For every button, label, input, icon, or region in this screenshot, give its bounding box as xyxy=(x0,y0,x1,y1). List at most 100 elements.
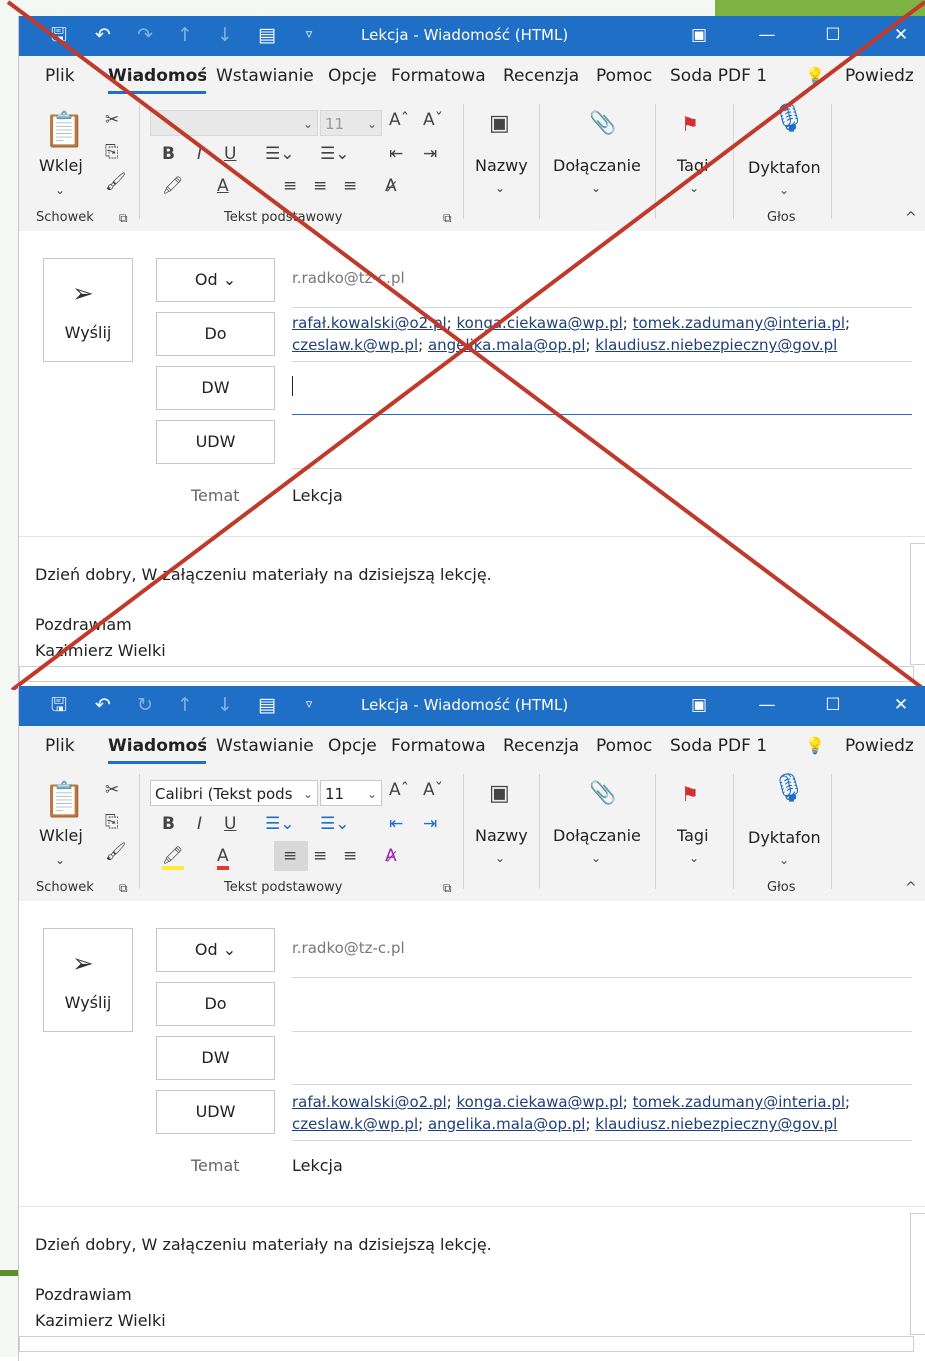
dialog-launcher-icon[interactable]: ⧉ xyxy=(119,208,128,228)
tab-wstawianie[interactable]: Wstawianie xyxy=(216,736,318,756)
paste-button-label[interactable]: Wklej xyxy=(39,826,83,845)
font-color-icon[interactable]: A xyxy=(217,846,229,870)
arrow-up-icon[interactable]: ↑ xyxy=(173,693,197,717)
from-button[interactable]: Od ⌄ xyxy=(156,928,275,972)
clear-formatting-icon[interactable]: A̷ xyxy=(385,846,397,866)
address-book-icon[interactable]: ▣ xyxy=(489,113,510,135)
paste-dropdown-icon[interactable]: ⌄ xyxy=(55,180,65,200)
bullets-icon[interactable]: ☰⌄ xyxy=(265,814,294,834)
chevron-down-icon[interactable]: ⌄ xyxy=(689,848,699,868)
microphone-icon[interactable]: 🎙 xyxy=(771,774,807,802)
recipient[interactable]: angelika.mala@op.pl xyxy=(428,1115,586,1133)
horizontal-scrollbar[interactable] xyxy=(19,666,914,682)
microphone-icon[interactable]: 🎙 xyxy=(771,104,807,132)
align-left-icon[interactable]: ≡ xyxy=(283,846,297,866)
subject-field[interactable]: Lekcja xyxy=(292,486,912,505)
increase-indent-icon[interactable]: ⇥ xyxy=(423,144,437,164)
paste-icon[interactable]: 📋 xyxy=(43,780,85,820)
format-painter-icon[interactable]: 🖌 xyxy=(105,172,127,192)
horizontal-scrollbar[interactable] xyxy=(19,1336,914,1352)
collapse-ribbon-icon[interactable]: ^ xyxy=(905,878,917,898)
tab-recenzja[interactable]: Recenzja xyxy=(503,736,579,756)
chevron-down-icon[interactable]: ⌄ xyxy=(495,178,505,198)
tab-wstawianie[interactable]: Wstawianie xyxy=(216,66,318,86)
tab-pomoc[interactable]: Pomoc xyxy=(596,66,652,86)
highlight-icon[interactable]: 🖍 xyxy=(162,846,184,870)
bold-icon[interactable]: B xyxy=(162,814,175,834)
bcc-button[interactable]: UDW xyxy=(156,1090,275,1134)
tab-formatowanie[interactable]: Formatowa xyxy=(391,66,495,86)
ribbon-display-icon[interactable]: ▣ xyxy=(679,692,719,718)
customize-toolbar-icon[interactable]: ▿ xyxy=(297,693,321,717)
font-size-select[interactable]: 11 ⌄ xyxy=(320,110,382,136)
recipient[interactable]: tomek.zadumany@interia.pl xyxy=(633,1093,845,1111)
tags-button-label[interactable]: Tagi xyxy=(677,826,709,845)
maximize-icon[interactable]: ☐ xyxy=(813,692,853,718)
format-painter-icon[interactable]: 🖌 xyxy=(105,842,127,862)
minimize-icon[interactable]: — xyxy=(747,692,787,718)
tab-pomoc[interactable]: Pomoc xyxy=(596,736,652,756)
attach-button-label[interactable]: Dołączanie xyxy=(553,156,641,175)
recipient[interactable]: rafał.kowalski@o2.pl xyxy=(292,314,447,332)
chevron-down-icon[interactable]: ⌄ xyxy=(779,180,789,200)
font-name-select[interactable]: Calibri (Tekst pods ⌄ xyxy=(150,780,318,806)
check-names-icon[interactable]: ▤ xyxy=(255,23,279,47)
check-names-icon[interactable]: ▤ xyxy=(255,693,279,717)
increase-indent-icon[interactable]: ⇥ xyxy=(423,814,437,834)
font-size-select[interactable]: 11 ⌄ xyxy=(320,780,382,806)
tab-recenzja[interactable]: Recenzja xyxy=(503,66,579,86)
customize-toolbar-icon[interactable]: ▿ xyxy=(297,23,321,47)
recipient[interactable]: czeslaw.k@wp.pl xyxy=(292,336,418,354)
dialog-launcher-icon[interactable]: ⧉ xyxy=(119,878,128,898)
to-field[interactable]: rafał.kowalski@o2.pl; konga.ciekawa@wp.p… xyxy=(292,312,912,356)
tags-button-label[interactable]: Tagi xyxy=(677,156,709,175)
attach-button-label[interactable]: Dołączanie xyxy=(553,826,641,845)
flag-icon[interactable]: ⚑ xyxy=(681,114,699,134)
ribbon-display-icon[interactable]: ▣ xyxy=(679,22,719,48)
shrink-font-icon[interactable]: Aˇ xyxy=(423,780,443,800)
message-body[interactable]: Dzień dobry, W załączeniu materiały na d… xyxy=(19,536,925,682)
decrease-indent-icon[interactable]: ⇤ xyxy=(389,814,403,834)
flag-icon[interactable]: ⚑ xyxy=(681,784,699,804)
italic-icon[interactable]: I xyxy=(197,814,202,834)
undo-icon[interactable]: ↶ xyxy=(91,23,115,47)
recipient[interactable]: konga.ciekawa@wp.pl xyxy=(457,314,623,332)
recipient[interactable]: rafał.kowalski@o2.pl xyxy=(292,1093,447,1111)
grow-font-icon[interactable]: Aˆ xyxy=(389,110,409,130)
recipient[interactable]: klaudiusz.niebezpieczny@gov.pl xyxy=(595,1115,837,1133)
tab-opcje[interactable]: Opcje xyxy=(328,66,377,86)
align-center-icon[interactable]: ≡ xyxy=(313,176,327,196)
cut-icon[interactable]: ✂ xyxy=(105,110,119,130)
recipient[interactable]: klaudiusz.niebezpieczny@gov.pl xyxy=(595,336,837,354)
align-left-icon[interactable]: ≡ xyxy=(283,176,297,196)
tab-soda-pdf[interactable]: Soda PDF 1 xyxy=(670,736,774,756)
recipient[interactable]: angelika.mala@op.pl xyxy=(428,336,586,354)
cc-field[interactable] xyxy=(292,376,912,398)
collapse-ribbon-icon[interactable]: ^ xyxy=(905,208,917,228)
underline-icon[interactable]: U xyxy=(224,814,236,834)
chevron-down-icon[interactable]: ⌄ xyxy=(779,850,789,870)
cc-button[interactable]: DW xyxy=(156,1036,275,1080)
redo-icon[interactable]: ↷ xyxy=(133,23,157,47)
vertical-scrollbar[interactable] xyxy=(910,1213,925,1335)
recipient[interactable]: czeslaw.k@wp.pl xyxy=(292,1115,418,1133)
cut-icon[interactable]: ✂ xyxy=(105,780,119,800)
vertical-scrollbar[interactable] xyxy=(910,543,925,665)
from-button[interactable]: Od ⌄ xyxy=(156,258,275,302)
close-icon[interactable]: ✕ xyxy=(881,22,921,48)
names-button-label[interactable]: Nazwy xyxy=(475,156,528,175)
tab-soda-pdf[interactable]: Soda PDF 1 xyxy=(670,66,774,86)
paperclip-icon[interactable]: 📎 xyxy=(589,113,616,135)
paste-icon[interactable]: 📋 xyxy=(43,110,85,150)
cc-button[interactable]: DW xyxy=(156,366,275,410)
arrow-down-icon[interactable]: ↓ xyxy=(213,23,237,47)
send-button[interactable]: ➢ Wyślij xyxy=(43,258,133,362)
close-icon[interactable]: ✕ xyxy=(881,692,921,718)
minimize-icon[interactable]: — xyxy=(747,22,787,48)
bcc-button[interactable]: UDW xyxy=(156,420,275,464)
redo-icon[interactable]: ↻ xyxy=(133,693,157,717)
chevron-down-icon[interactable]: ⌄ xyxy=(495,848,505,868)
chevron-down-icon[interactable]: ⌄ xyxy=(591,178,601,198)
to-button[interactable]: Do xyxy=(156,312,275,356)
arrow-up-icon[interactable]: ↑ xyxy=(173,23,197,47)
